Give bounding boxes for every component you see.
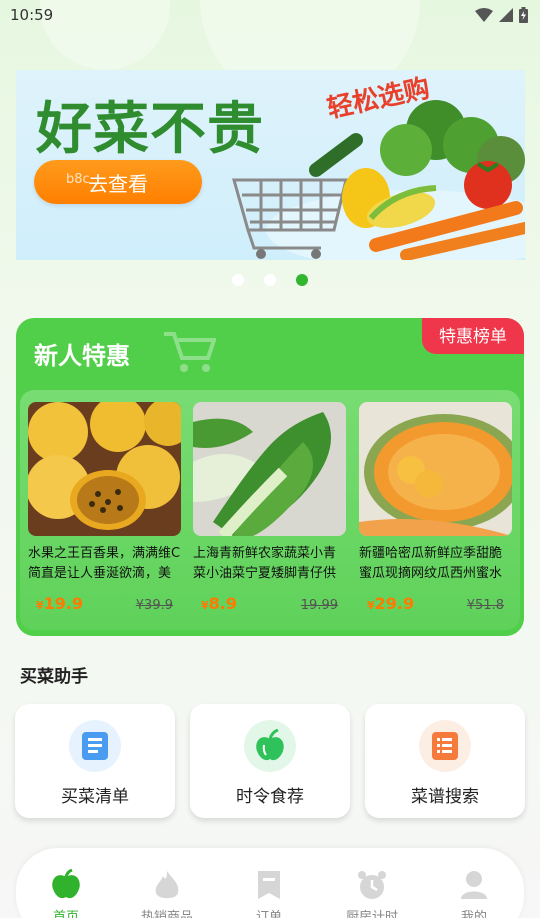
product-original-price: 19.99: [300, 598, 338, 613]
status-icons: [475, 7, 528, 23]
product-image-hami-melon: [359, 402, 512, 536]
product-prices: ¥29.9 ¥51.8: [359, 594, 512, 613]
product-price: ¥19.9: [36, 594, 84, 613]
assistant-section-title: 买菜助手: [20, 667, 88, 687]
seasonal-apple-icon: [244, 720, 296, 772]
product-price: ¥8.9: [201, 594, 237, 613]
recipe-search-icon: [419, 720, 471, 772]
product-prices: ¥19.9 ¥39.9: [28, 594, 181, 613]
product-card[interactable]: 上海青新鲜农家蔬菜小青菜小油菜宁夏矮脚青仔供 ¥8.9 19.99: [193, 402, 346, 613]
product-card[interactable]: 水果之王百香果，满满维C简直是让人垂涎欲滴，美 ¥19.9 ¥39.9: [28, 402, 181, 613]
nav-hot-products-label: 热销商品: [140, 910, 193, 918]
rank-list-button[interactable]: 特惠榜单: [422, 318, 524, 354]
signal-icon: [499, 8, 513, 22]
promo-banner[interactable]: 好菜不贵 轻松选购 去查看 b8c: [16, 70, 525, 260]
product-original-price: ¥51.8: [466, 598, 504, 613]
carousel-dot[interactable]: [232, 274, 244, 286]
nav-orders[interactable]: 订单: [229, 868, 309, 918]
product-original-price: ¥39.9: [135, 598, 173, 613]
status-time: 10:59: [10, 6, 54, 24]
recipe-search-label: 菜谱搜索: [411, 787, 479, 807]
product-name: 新疆哈密瓜新鲜应季甜脆蜜瓜现摘网纹瓜西州蜜水: [359, 546, 503, 581]
status-bar: 10:59: [0, 0, 540, 32]
product-image-passion-fruit: [28, 402, 181, 536]
carousel-dot-active[interactable]: [296, 274, 308, 286]
product-image-bok-choy: [193, 402, 346, 536]
nav-kitchen-timer-label: 厨房计时: [345, 910, 398, 918]
wifi-icon: [475, 8, 493, 22]
carousel-indicator: [232, 274, 308, 286]
promo-title: 新人特惠: [34, 342, 130, 370]
recipe-search-card[interactable]: 菜谱搜索: [365, 704, 525, 818]
new-user-promo-section: 新人特惠 特惠榜单 水果之王百香果，满满维C简直是让人垂涎欲滴，美 ¥19.9 …: [16, 318, 524, 636]
nav-home-label: 首页: [52, 910, 79, 918]
nav-orders-label: 订单: [255, 910, 282, 918]
product-card[interactable]: 新疆哈密瓜新鲜应季甜脆蜜瓜现摘网纹瓜西州蜜水 ¥29.9 ¥51.8: [359, 402, 512, 613]
carousel-dot[interactable]: [264, 274, 276, 286]
product-price: ¥29.9: [367, 594, 415, 613]
orders-icon: [229, 868, 309, 902]
hot-products-icon: [127, 868, 207, 902]
shopping-list-icon: [69, 720, 121, 772]
product-prices: ¥8.9 19.99: [193, 594, 346, 613]
product-name: 水果之王百香果，满满维C简直是让人垂涎欲滴，美: [28, 546, 181, 581]
nav-profile[interactable]: 我的: [434, 868, 514, 918]
shopping-list-card[interactable]: 买菜清单: [15, 704, 175, 818]
bottom-navigation: 首页 热销商品 订单 厨房计时 我的: [16, 848, 524, 918]
profile-icon: [434, 868, 514, 902]
product-name: 上海青新鲜农家蔬菜小青菜小油菜宁夏矮脚青仔供: [193, 546, 337, 581]
nav-kitchen-timer[interactable]: 厨房计时: [332, 868, 412, 918]
shopping-list-label: 买菜清单: [61, 787, 129, 807]
banner-title: 好菜不贵: [36, 97, 264, 162]
nav-profile-label: 我的: [460, 910, 487, 918]
banner-watermark: b8c: [66, 172, 90, 187]
seasonal-food-card[interactable]: 时令食荐: [190, 704, 350, 818]
cart-icon: [164, 332, 216, 372]
nav-home[interactable]: 首页: [26, 868, 106, 918]
seasonal-food-label: 时令食荐: [236, 787, 304, 807]
kitchen-timer-icon: [332, 868, 412, 902]
view-button[interactable]: 去查看: [34, 160, 202, 204]
home-icon: [26, 868, 106, 902]
battery-icon: [519, 7, 528, 23]
promo-product-list: 水果之王百香果，满满维C简直是让人垂涎欲滴，美 ¥19.9 ¥39.9 上海青新…: [20, 390, 520, 630]
nav-hot-products[interactable]: 热销商品: [127, 868, 207, 918]
